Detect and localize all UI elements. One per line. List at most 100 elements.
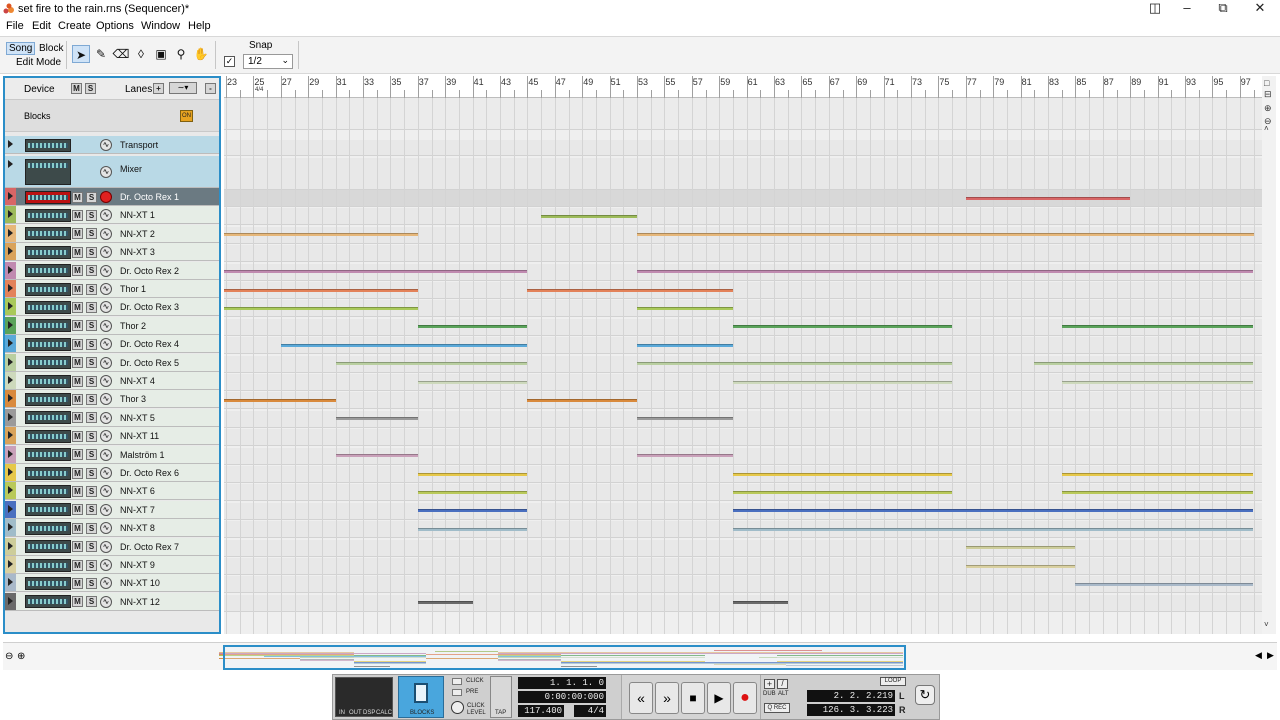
note-clip[interactable] — [732, 490, 953, 494]
dub-label[interactable]: DUB — [763, 691, 776, 697]
note-clip[interactable] — [965, 196, 1131, 200]
track-row[interactable]: M S ∿ NN-XT 1 — [5, 206, 219, 225]
snap-checkbox[interactable]: ✓ — [224, 56, 235, 67]
note-clip[interactable] — [280, 343, 418, 347]
expand-track-icon[interactable] — [5, 464, 16, 481]
solo-button[interactable]: S — [86, 191, 97, 203]
expand-track-icon[interactable] — [5, 519, 16, 537]
track-row[interactable]: ∿ Mixer — [5, 156, 219, 188]
razor-icon[interactable]: ◊ — [132, 45, 150, 63]
add-icon[interactable]: + — [764, 679, 775, 689]
automation-icon[interactable]: ∿ — [100, 595, 112, 608]
note-clip[interactable] — [1061, 472, 1254, 476]
tempo-display[interactable]: 117.400 — [518, 705, 564, 717]
track-row[interactable]: M S ∿ NN-XT 10 — [5, 574, 219, 593]
track-lane[interactable] — [224, 429, 1262, 447]
blocks-on-toggle[interactable]: ON — [180, 110, 193, 122]
track-lane[interactable] — [224, 140, 1262, 156]
menu-file[interactable]: File — [6, 20, 24, 32]
track-lane[interactable] — [224, 392, 1262, 410]
automation-icon[interactable]: ∿ — [100, 227, 112, 240]
solo-all-button[interactable]: S — [85, 83, 96, 94]
automation-icon[interactable]: ∿ — [100, 448, 112, 461]
mute-button[interactable]: M — [72, 228, 83, 240]
solo-button[interactable]: S — [86, 467, 97, 479]
record-enable-icon[interactable] — [100, 191, 112, 203]
note-clip[interactable] — [732, 527, 1254, 531]
note-clip[interactable] — [417, 527, 528, 531]
expand-track-icon[interactable] — [5, 136, 16, 153]
mute-button[interactable]: M — [72, 522, 83, 534]
automation-icon[interactable]: ∿ — [100, 393, 112, 406]
expand-track-icon[interactable] — [5, 537, 16, 555]
expand-track-icon[interactable] — [5, 353, 16, 371]
mute-button[interactable]: M — [72, 412, 83, 424]
zoom-fit-icon[interactable]: □ — [1264, 78, 1269, 88]
automation-icon[interactable]: ∿ — [100, 577, 112, 590]
expand-track-icon[interactable] — [5, 156, 16, 187]
note-clip[interactable] — [637, 343, 733, 347]
menu-window[interactable]: Window — [141, 20, 180, 32]
close-button[interactable]: ✕ — [1244, 0, 1276, 18]
solo-button[interactable]: S — [86, 375, 97, 387]
signature-display[interactable]: 4/4 — [574, 705, 606, 717]
note-clip[interactable] — [732, 601, 788, 605]
track-row[interactable]: M S ∿ NN-XT 11 — [5, 427, 219, 446]
track-row[interactable]: M S ∿ Malström 1 — [5, 445, 219, 464]
note-clip[interactable] — [732, 380, 953, 384]
automation-icon[interactable]: ∿ — [100, 338, 112, 351]
note-clip[interactable] — [637, 417, 733, 421]
expand-track-icon[interactable] — [5, 408, 16, 426]
solo-button[interactable]: S — [86, 246, 97, 258]
solo-button[interactable]: S — [86, 504, 97, 516]
automation-icon[interactable]: ∿ — [100, 301, 112, 314]
track-row[interactable]: M S ∿ NN-XT 5 — [5, 408, 219, 427]
menu-help[interactable]: Help — [188, 20, 211, 32]
record-button[interactable]: ● — [733, 682, 757, 714]
zoom-in-icon[interactable]: ⊕ — [1264, 103, 1272, 114]
note-clip[interactable] — [637, 306, 733, 310]
solo-button[interactable]: S — [86, 301, 97, 313]
note-clip[interactable] — [335, 362, 418, 366]
automation-icon[interactable]: ∿ — [100, 503, 112, 516]
solo-button[interactable]: S — [86, 357, 97, 369]
note-clip[interactable] — [527, 288, 733, 292]
mute-button[interactable]: M — [72, 375, 83, 387]
scroll-up-icon[interactable]: ˄ — [1264, 124, 1269, 133]
solo-button[interactable]: S — [86, 596, 97, 608]
track-row[interactable]: M S Dr. Octo Rex 1 — [5, 188, 219, 206]
mute-button[interactable]: M — [72, 191, 83, 203]
solo-button[interactable]: S — [86, 338, 97, 350]
hand-icon[interactable]: ✋ — [192, 45, 210, 63]
automation-icon[interactable]: ∿ — [100, 522, 112, 535]
track-row[interactable]: M S ∿ Thor 2 — [5, 316, 219, 335]
note-clip[interactable] — [417, 362, 528, 366]
note-clip[interactable] — [224, 270, 418, 274]
menu-edit[interactable]: Edit — [32, 20, 51, 32]
automation-icon[interactable]: ∿ — [100, 319, 112, 332]
automation-icon[interactable]: ∿ — [100, 356, 112, 369]
mute-button[interactable]: M — [72, 596, 83, 608]
track-row[interactable]: M S ∿ NN-XT 2 — [5, 224, 219, 243]
track-row[interactable]: M S ∿ Dr. Octo Rex 4 — [5, 335, 219, 354]
track-row[interactable]: M S ∿ NN-XT 9 — [5, 556, 219, 574]
zoom-in-icon[interactable]: ⊕ — [17, 651, 25, 662]
note-clip[interactable] — [1075, 582, 1254, 586]
automation-icon[interactable]: ∿ — [100, 430, 112, 443]
expand-track-icon[interactable] — [5, 372, 16, 389]
song-position-display[interactable]: 1. 1. 1. 0 — [518, 677, 606, 689]
blocks-button[interactable]: BLOCKS — [398, 676, 444, 718]
expand-track-icon[interactable] — [5, 574, 16, 592]
arrow-icon[interactable]: ➤ — [72, 45, 90, 63]
tap-button[interactable]: TAP — [490, 676, 512, 718]
automation-icon[interactable]: ∿ — [100, 166, 112, 178]
track-row[interactable]: M S ∿ NN-XT 7 — [5, 500, 219, 519]
note-clip[interactable] — [637, 362, 733, 366]
zoom-out-icon[interactable]: ⊖ — [5, 651, 13, 662]
solo-button[interactable]: S — [86, 522, 97, 534]
note-clip[interactable] — [965, 546, 1076, 550]
automation-icon[interactable]: ∿ — [100, 209, 112, 222]
expand-track-icon[interactable] — [5, 390, 16, 408]
track-row[interactable]: M S ∿ Dr. Octo Rex 5 — [5, 353, 219, 372]
solo-button[interactable]: S — [86, 283, 97, 295]
